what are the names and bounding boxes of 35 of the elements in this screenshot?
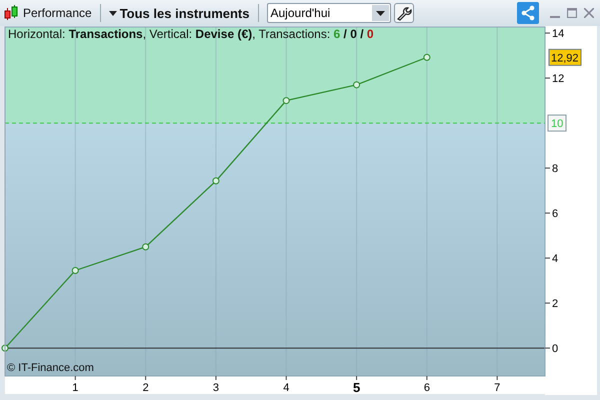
x-tick-label: 2 (142, 382, 149, 394)
x-tick-label: 3 (212, 382, 219, 394)
x-tick-label: 7 (494, 382, 500, 394)
instruments-menu[interactable]: Tous les instruments (120, 6, 252, 20)
close-icon[interactable] (584, 8, 594, 18)
x-tick-label: 1 (72, 382, 78, 394)
data-point (423, 54, 430, 61)
x-tick-label: 6 (424, 382, 430, 394)
y-tick-label: 4 (552, 253, 558, 266)
ref-line-label: 10 (551, 118, 564, 130)
period-select[interactable]: Aujourd'hui (266, 3, 390, 23)
chart-info-text: Horizontal: Transactions, Vertical: Devise (€), Transactions: 6 / 0 / 0 (8, 27, 374, 41)
maximize-icon[interactable] (567, 8, 577, 18)
y-tick-label: 6 (552, 208, 558, 220)
caret-icon (108, 10, 117, 16)
y-tick-label: 8 (552, 163, 558, 176)
copyright-text: © IT-Finance.com (7, 362, 94, 374)
dropdown-caret-icon[interactable] (376, 10, 384, 16)
data-point (212, 177, 220, 184)
data-point (282, 97, 290, 104)
data-point (142, 243, 150, 250)
candlestick-icon (4, 5, 18, 21)
y-tick-label: 2 (552, 298, 558, 310)
performance-button[interactable]: Performance (21, 6, 94, 20)
settings-button[interactable] (394, 3, 414, 23)
y-tick-label: 12 (552, 73, 564, 86)
share-button[interactable] (517, 2, 539, 24)
x-tick-label: 5 (352, 380, 360, 395)
threshold-label: 10 (548, 114, 566, 132)
y-tick-label: 0 (552, 343, 558, 356)
last-value-label: 12,92 (548, 48, 582, 66)
y-tick-label: 14 (552, 28, 564, 40)
data-point (353, 81, 360, 88)
data-point (72, 266, 79, 274)
x-tick-label: 4 (283, 382, 290, 394)
